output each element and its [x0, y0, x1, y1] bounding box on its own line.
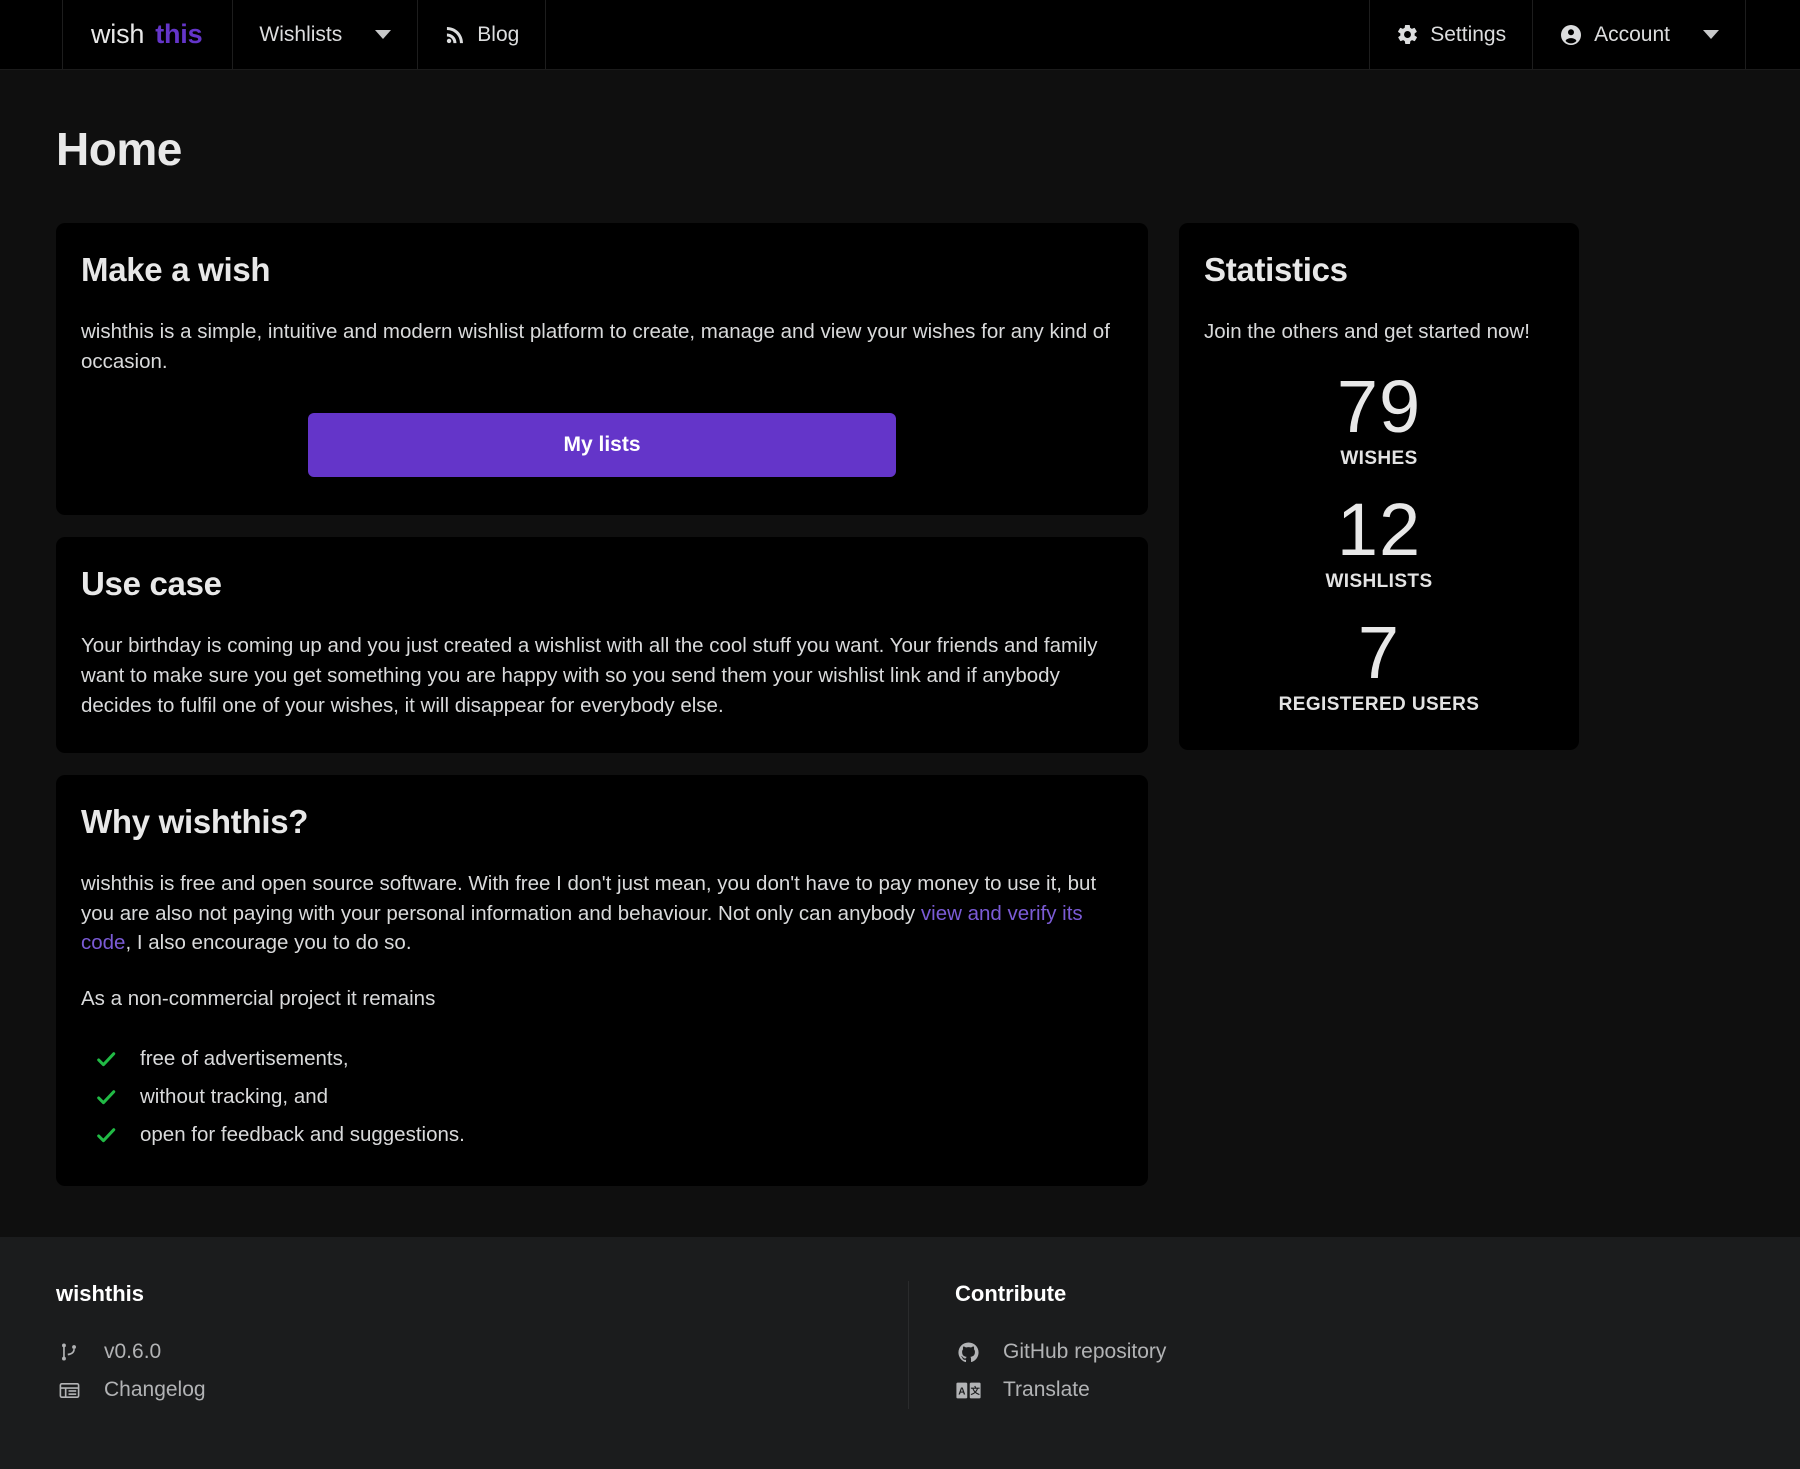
- page-content: Home Make a wish wishthis is a simple, i…: [0, 70, 1800, 1237]
- svg-text:文: 文: [970, 1384, 980, 1395]
- nav-item-account-label: Account: [1594, 23, 1670, 46]
- why-wishthis-heading: Why wishthis?: [81, 802, 309, 840]
- footer-github-label: GitHub repository: [1003, 1340, 1167, 1363]
- nav-item-wishlists-label: Wishlists: [259, 23, 343, 46]
- footer-columns: wishthis v0.6.0 Changelog Contribute Git…: [56, 1281, 1744, 1409]
- card-use-case: Use case Your birthday is coming up and …: [56, 536, 1148, 753]
- footer-column-wishthis: wishthis v0.6.0 Changelog: [56, 1281, 908, 1409]
- my-lists-button[interactable]: My lists: [308, 412, 896, 477]
- stat-registered-users-label: REGISTERED USERS: [1278, 693, 1480, 715]
- check-icon: [97, 1128, 116, 1143]
- side-column: Statistics Join the others and get start…: [1179, 223, 1579, 750]
- rss-icon: [444, 24, 466, 46]
- account-chevron-down-icon: [1703, 30, 1719, 39]
- footer-changelog-label: Changelog: [104, 1378, 206, 1401]
- list-item: without tracking, and: [81, 1078, 1123, 1116]
- stat-wishlists-value: 12: [1336, 487, 1422, 571]
- footer-link-translate[interactable]: A 文 Translate: [955, 1371, 1704, 1409]
- nav-left-group: wish this Wishlists Blog: [62, 0, 547, 69]
- stat-wishes-label: WISHES: [1340, 447, 1418, 469]
- check-icon: [97, 1052, 116, 1067]
- why-wishthis-body-part2: , I also encourage you to do so.: [125, 931, 412, 955]
- brand-text-second: this: [155, 19, 203, 49]
- translate-icon: A 文: [955, 1381, 981, 1400]
- list-item-label: open for feedback and suggestions.: [140, 1123, 465, 1147]
- card-why-wishthis: Why wishthis? wishthis is free and open …: [56, 774, 1148, 1187]
- chevron-down-icon: [375, 30, 392, 39]
- why-wishthis-body: wishthis is free and open source softwar…: [81, 869, 1123, 959]
- stat-wishlists-label: WISHLISTS: [1325, 570, 1433, 592]
- nav-item-wishlists[interactable]: Wishlists: [233, 0, 419, 69]
- top-navigation-bar: wish this Wishlists Blog Settings Accoun…: [0, 0, 1800, 70]
- code-branch-icon: [56, 1341, 82, 1363]
- footer-version-label: v0.6.0: [104, 1340, 162, 1363]
- stat-wishes: 79 WISHES: [1204, 364, 1554, 470]
- nav-item-settings[interactable]: Settings: [1369, 0, 1534, 69]
- page-footer: wishthis v0.6.0 Changelog Contribute Git…: [0, 1237, 1800, 1469]
- list-item: open for feedback and suggestions.: [81, 1116, 1123, 1154]
- benefits-list: free of advertisements, without tracking…: [81, 1040, 1123, 1154]
- list-table-icon: [56, 1379, 82, 1402]
- content-layout: Make a wish wishthis is a simple, intuit…: [56, 223, 1744, 1208]
- make-a-wish-body: wishthis is a simple, intuitive and mode…: [81, 320, 1110, 373]
- footer-column-contribute: Contribute GitHub repository A 文 Transla…: [908, 1281, 1744, 1409]
- user-circle-icon: [1559, 23, 1583, 47]
- gear-icon: [1396, 23, 1419, 46]
- use-case-heading: Use case: [81, 564, 222, 602]
- statistics-heading: Statistics: [1204, 251, 1348, 288]
- nav-item-blog[interactable]: Blog: [418, 0, 547, 69]
- nav-item-blog-label: Blog: [477, 23, 520, 46]
- list-item-label: free of advertisements,: [140, 1047, 349, 1071]
- footer-wishthis-heading: wishthis: [56, 1281, 145, 1306]
- footer-link-changelog[interactable]: Changelog: [56, 1371, 868, 1409]
- card-make-a-wish: Make a wish wishthis is a simple, intuit…: [56, 223, 1148, 515]
- card-statistics: Statistics Join the others and get start…: [1179, 223, 1579, 750]
- list-item-label: without tracking, and: [140, 1085, 329, 1109]
- footer-link-version[interactable]: v0.6.0: [56, 1333, 868, 1371]
- list-item: free of advertisements,: [81, 1040, 1123, 1078]
- brand-logo[interactable]: wish this: [62, 0, 234, 69]
- footer-translate-label: Translate: [1003, 1378, 1090, 1401]
- statistics-subtitle: Join the others and get started now!: [1204, 320, 1530, 343]
- footer-link-github-repository[interactable]: GitHub repository: [955, 1333, 1704, 1371]
- stat-registered-users: 7 REGISTERED USERS: [1204, 610, 1554, 716]
- check-icon: [97, 1090, 116, 1105]
- stat-wishes-value: 79: [1336, 364, 1422, 448]
- make-a-wish-heading: Make a wish: [81, 251, 271, 288]
- nav-item-account[interactable]: Account: [1533, 0, 1746, 69]
- nav-item-settings-label: Settings: [1430, 23, 1507, 46]
- nav-right-group: Settings Account: [1369, 0, 1746, 69]
- footer-contribute-heading: Contribute: [955, 1281, 1067, 1306]
- main-column: Make a wish wishthis is a simple, intuit…: [56, 223, 1148, 1208]
- stat-wishlists: 12 WISHLISTS: [1204, 487, 1554, 593]
- stat-registered-users-value: 7: [1357, 610, 1401, 694]
- use-case-body: Your birthday is coming up and you just …: [81, 633, 1098, 717]
- brand-text-first: wish: [91, 19, 145, 49]
- page-title: Home: [56, 123, 182, 175]
- github-icon: [955, 1341, 981, 1364]
- svg-text:A: A: [958, 1386, 965, 1397]
- why-wishthis-body-second: As a non-commercial project it remains: [81, 987, 436, 1011]
